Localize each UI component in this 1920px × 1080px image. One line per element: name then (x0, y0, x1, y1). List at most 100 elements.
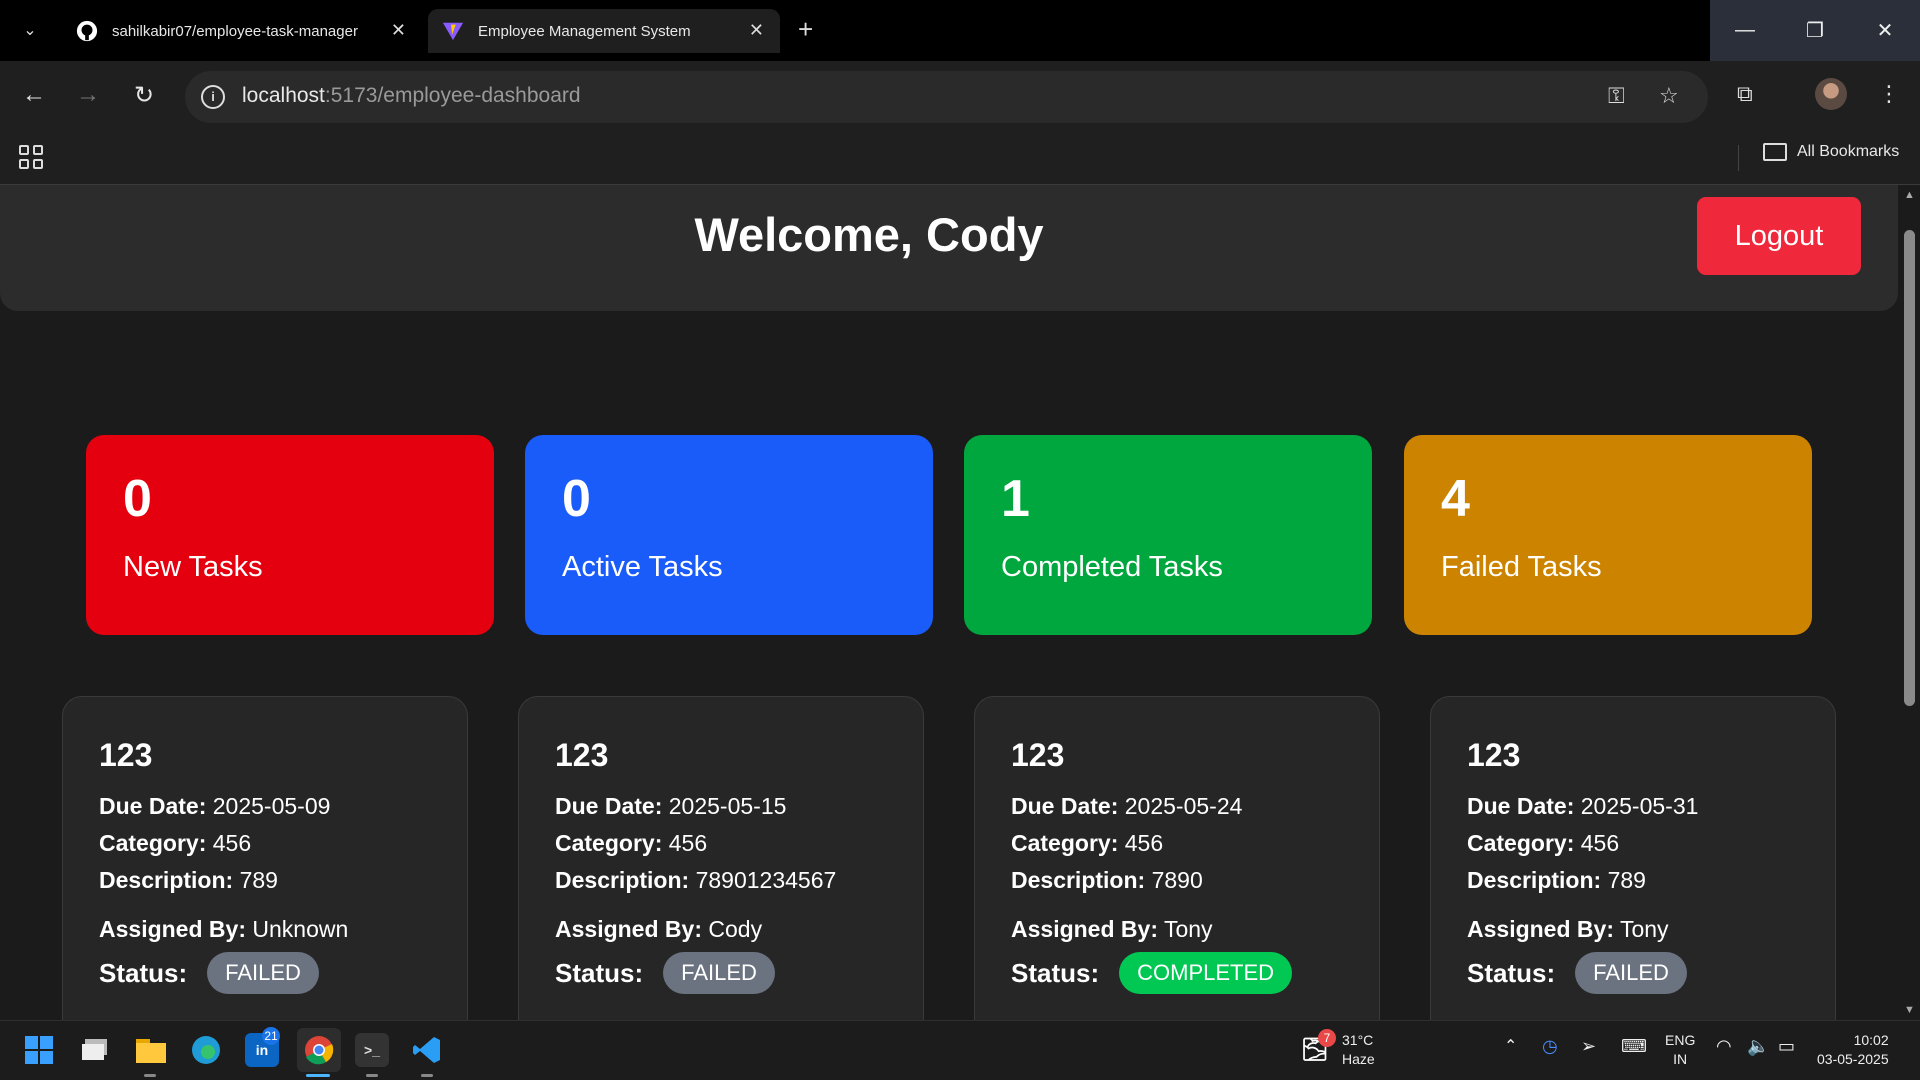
task-category: Category: 456 (555, 830, 708, 856)
task-assigned-by: Assigned By: Unknown (99, 916, 349, 942)
task-description: Description: 78901234567 (555, 867, 837, 893)
wifi-icon[interactable]: ◠ (1716, 1037, 1732, 1056)
scroll-up-arrow-icon[interactable]: ▲ (1904, 189, 1915, 201)
task-assigned-by: Assigned By: Tony (1467, 916, 1669, 942)
location-arrow-icon[interactable]: ➢ (1581, 1037, 1596, 1056)
vite-icon (442, 20, 464, 42)
windows-taskbar: in 21 >_ 🌫 7 31°C Haze ⌃ ◷ ➢ ⌨ ENG IN ◠ … (0, 1020, 1920, 1080)
password-key-icon[interactable]: ⚿ (1608, 83, 1625, 109)
task-card: 123 Due Date: 2025-05-31 Category: 456 D… (1430, 696, 1836, 1020)
battery-icon[interactable]: ▭ (1778, 1037, 1795, 1056)
bookmarks-bar: All Bookmarks (0, 133, 1920, 185)
task-assigned-by: Assigned By: Tony (1011, 916, 1213, 942)
back-icon[interactable]: ← (18, 81, 50, 109)
file-explorer-icon[interactable] (134, 1033, 168, 1067)
browser-tab-bar: ⌄ sahilkabir07/employee-task-manager ✕ E… (0, 0, 1920, 61)
weather-notification-badge: 7 (1318, 1029, 1336, 1047)
tab-title: Employee Management System (478, 22, 691, 40)
system-clock[interactable]: 10:02 03-05-2025 (1817, 1031, 1889, 1069)
clock-time: 10:02 (1853, 1032, 1889, 1048)
restore-icon[interactable]: ❐ (1780, 0, 1850, 61)
task-due: Due Date: 2025-05-15 (555, 793, 787, 819)
task-card: 123 Due Date: 2025-05-24 Category: 456 D… (974, 696, 1380, 1020)
stat-card-new: 0 New Tasks (86, 435, 494, 635)
new-tab-button[interactable]: + (798, 14, 813, 45)
site-info-icon[interactable]: i (201, 85, 225, 109)
address-bar[interactable]: i localhost:5173/employee-dashboard ⚿ ☆ (185, 71, 1708, 123)
apps-grid-icon[interactable] (19, 145, 43, 169)
tab-search-chevron-icon[interactable]: ⌄ (12, 12, 48, 48)
clock-date: 03-05-2025 (1817, 1051, 1889, 1067)
language: ENG (1665, 1032, 1696, 1048)
clock-app-icon[interactable]: ◷ (1542, 1037, 1558, 1056)
task-description: Description: 7890 (1011, 867, 1203, 893)
extensions-icon[interactable]: ⧉ (1737, 81, 1753, 107)
bookmark-star-icon[interactable]: ☆ (1659, 83, 1679, 109)
stat-label: Active Tasks (562, 551, 723, 583)
task-category: Category: 456 (99, 830, 252, 856)
weather-temp: 31°C (1342, 1032, 1374, 1048)
browser-tab-ems[interactable]: Employee Management System ✕ (428, 9, 780, 53)
task-status: Status: FAILED (1467, 952, 1799, 994)
page-viewport: Welcome, Cody Logout 0 New Tasks 0 Activ… (0, 185, 1900, 1020)
url-text[interactable]: localhost:5173/employee-dashboard (242, 84, 581, 108)
tab-title: sahilkabir07/employee-task-manager (112, 22, 358, 40)
welcome-heading: Welcome, Cody (694, 208, 1044, 261)
forward-icon[interactable]: → (72, 81, 104, 109)
weather-desc: Haze (1342, 1051, 1375, 1067)
edge-browser-icon[interactable] (189, 1033, 223, 1067)
scroll-down-arrow-icon[interactable]: ▼ (1904, 1004, 1915, 1016)
task-category: Category: 456 (1467, 830, 1620, 856)
status-badge: FAILED (663, 952, 775, 994)
task-view-icon[interactable] (79, 1033, 113, 1067)
task-status: Status: FAILED (99, 952, 431, 994)
task-due: Due Date: 2025-05-31 (1467, 793, 1699, 819)
task-assigned-by: Assigned By: Cody (555, 916, 763, 942)
task-card: 123 Due Date: 2025-05-15 Category: 456 D… (518, 696, 924, 1020)
stat-card-completed: 1 Completed Tasks (964, 435, 1372, 635)
dashboard-header: Welcome, Cody Logout (0, 185, 1898, 311)
stat-count: 0 (123, 470, 152, 528)
task-description: Description: 789 (99, 867, 278, 893)
weather-widget[interactable]: 31°C Haze (1342, 1031, 1375, 1069)
close-tab-icon[interactable]: ✕ (749, 20, 764, 41)
page-scrollbar[interactable]: ▲ ▼ (1900, 185, 1920, 1020)
show-hidden-icons-chevron-icon[interactable]: ⌃ (1504, 1037, 1517, 1056)
task-card: 123 Due Date: 2025-05-09 Category: 456 D… (62, 696, 468, 1020)
task-title: 123 (99, 737, 153, 773)
task-title: 123 (555, 737, 609, 773)
profile-avatar[interactable] (1815, 78, 1847, 110)
linkedin-notification-badge: 21 (262, 1027, 280, 1045)
terminal-icon[interactable]: >_ (355, 1033, 389, 1067)
stat-count: 4 (1441, 470, 1470, 528)
close-window-icon[interactable]: ✕ (1850, 0, 1920, 61)
window-controls: — ❐ ✕ (1710, 0, 1920, 61)
reload-icon[interactable]: ↻ (128, 81, 160, 110)
keyboard-icon[interactable]: ⌨ (1621, 1037, 1647, 1056)
stat-card-active: 0 Active Tasks (525, 435, 933, 635)
stat-card-failed: 4 Failed Tasks (1404, 435, 1812, 635)
vscode-icon[interactable] (410, 1033, 444, 1067)
running-indicator (421, 1074, 433, 1077)
logout-button[interactable]: Logout (1697, 197, 1861, 275)
close-tab-icon[interactable]: ✕ (391, 20, 406, 41)
region: IN (1673, 1051, 1688, 1067)
github-icon (76, 20, 98, 42)
windows-start-icon[interactable] (22, 1033, 56, 1067)
all-bookmarks-label: All Bookmarks (1797, 143, 1900, 160)
running-indicator (144, 1074, 156, 1077)
menu-kebab-icon[interactable]: ⋮ (1878, 81, 1900, 107)
task-title: 123 (1467, 737, 1521, 773)
minimize-icon[interactable]: — (1710, 0, 1780, 61)
stat-count: 1 (1001, 470, 1030, 528)
all-bookmarks-button[interactable]: All Bookmarks (1763, 143, 1899, 161)
language-indicator[interactable]: ENG IN (1665, 1031, 1695, 1069)
divider (1738, 145, 1739, 171)
browser-tab-github[interactable]: sahilkabir07/employee-task-manager ✕ (62, 9, 422, 53)
scrollbar-thumb[interactable] (1904, 230, 1915, 706)
task-due: Due Date: 2025-05-09 (99, 793, 331, 819)
volume-icon[interactable]: 🔈 (1747, 1037, 1769, 1056)
chrome-icon[interactable] (297, 1028, 341, 1072)
status-badge: FAILED (207, 952, 319, 994)
running-indicator (366, 1074, 378, 1077)
